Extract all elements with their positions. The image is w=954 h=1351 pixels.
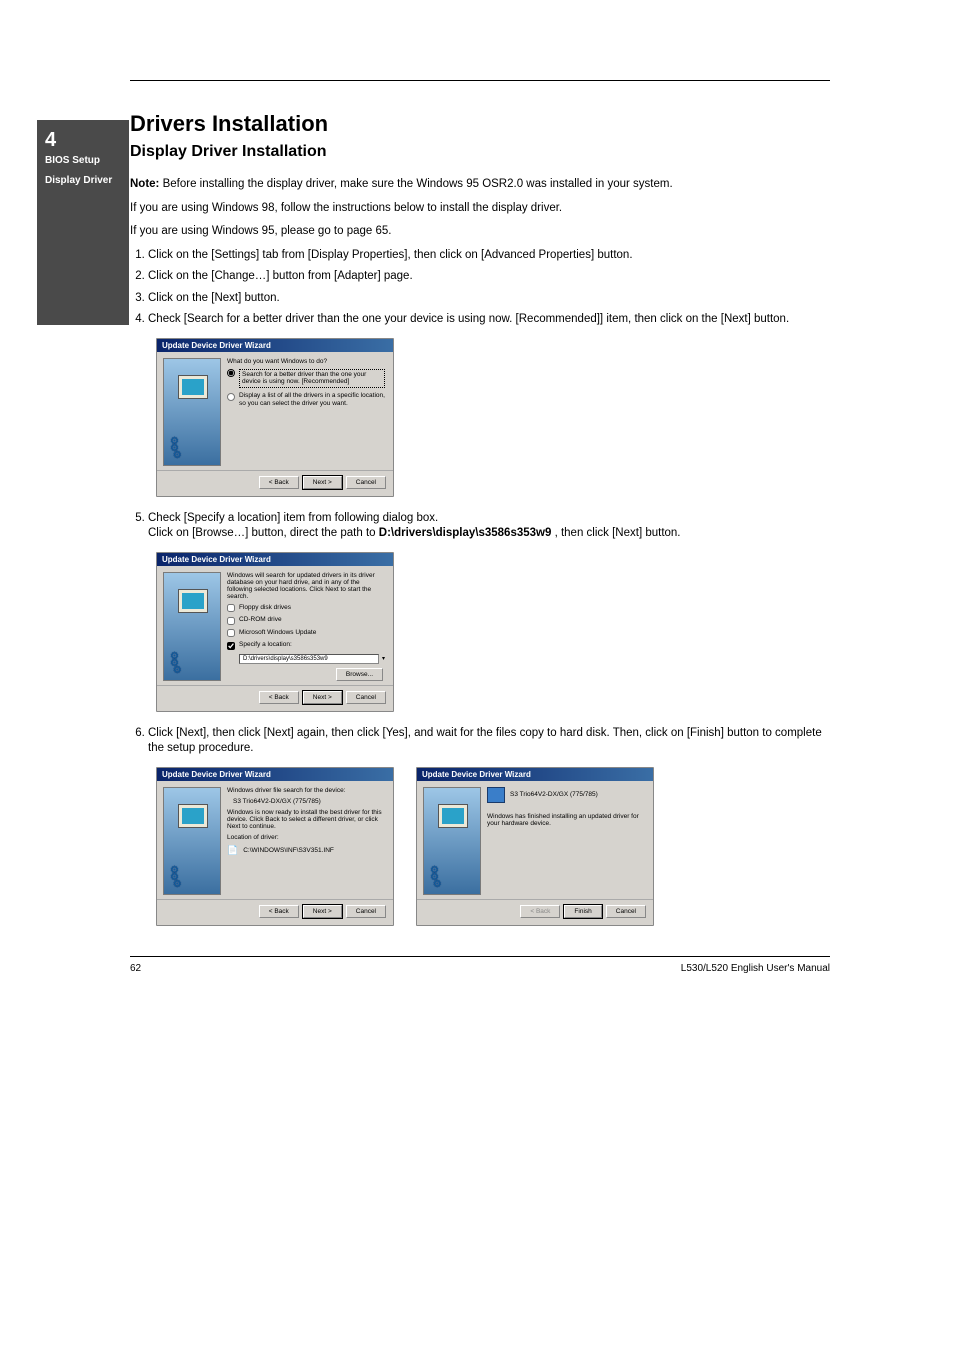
wizard-step6b-screenshot: Update Device Driver Wizard ⚙⚙ ⚙ S3 Trio… (416, 767, 654, 926)
page-footer: 62 L530/L520 English User's Manual (130, 963, 830, 974)
next-button[interactable]: Next > (303, 905, 342, 918)
checkbox-input[interactable] (227, 604, 235, 612)
wizard2-check-floppy[interactable]: Floppy disk drives (227, 604, 385, 613)
monitor-icon (438, 804, 468, 828)
gears-icon: ⚙⚙ ⚙ (170, 867, 182, 888)
wizard3-l3: Location of driver: (227, 834, 385, 841)
step-3: Click on the [Next] button. (148, 291, 830, 307)
next-button[interactable]: Next > (303, 476, 342, 489)
wizard2-intro: Windows will search for updated drivers … (227, 572, 385, 600)
wizard1-opt1: Search for a better driver than the one … (239, 369, 385, 389)
wizard3-device: S3 Trio64V2-DX/GX (775/785) (233, 798, 385, 805)
back-button[interactable]: < Back (259, 691, 299, 704)
wizard-side-graphic: ⚙⚙ ⚙ (163, 787, 221, 895)
gears-icon: ⚙⚙ ⚙ (430, 867, 442, 888)
next-button[interactable]: Next > (303, 691, 342, 704)
step-list-cont: Check [Specify a location] item from fol… (130, 511, 830, 542)
chapter-number: 4 (45, 130, 121, 150)
wizard-step5-screenshot: Update Device Driver Wizard ⚙⚙ ⚙ Windows… (156, 552, 394, 712)
note-label: Note: (130, 178, 159, 190)
page-subtitle: Display Driver Installation (130, 143, 830, 161)
step-list-cont2: Click [Next], then click [Next] again, t… (130, 726, 830, 757)
chapter-title: BIOS Setup (45, 154, 121, 168)
gears-icon: ⚙⚙ ⚙ (170, 653, 182, 674)
cancel-button[interactable]: Cancel (606, 905, 646, 918)
wizard1-question: What do you want Windows to do? (227, 358, 385, 365)
checkbox-input[interactable] (227, 642, 235, 650)
wizard4-device: S3 Trio64V2-DX/GX (775/785) (510, 791, 598, 798)
back-button[interactable]: < Back (259, 905, 299, 918)
wizard-side-graphic: ⚙⚙ ⚙ (163, 358, 221, 466)
finish-button[interactable]: Finish (564, 905, 601, 918)
back-button[interactable]: < Back (259, 476, 299, 489)
step-list: Click on the [Settings] tab from [Displa… (130, 248, 830, 328)
wizard-titlebar: Update Device Driver Wizard (157, 339, 393, 352)
checkbox-input[interactable] (227, 617, 235, 625)
intro-p1: If you are using Windows 98, follow the … (130, 201, 830, 217)
step-5b-prefix: Click on [Browse…] button, direct the pa… (148, 527, 379, 539)
inf-file-icon: 📄 (227, 845, 238, 856)
wizard2-check-winupdate[interactable]: Microsoft Windows Update (227, 629, 385, 638)
wizard3-loc: C:\WINDOWS\INF\S3V351.INF (243, 847, 334, 854)
wizard2-c1: Floppy disk drives (239, 604, 291, 612)
page-title: Drivers Installation (130, 111, 830, 137)
device-icon (487, 787, 505, 803)
dropdown-icon[interactable]: ▾ (382, 655, 385, 662)
step-5b-path: D:\drivers\display\s3586s353w9 (379, 527, 552, 539)
bottom-rule (130, 956, 830, 957)
checkbox-input[interactable] (227, 629, 235, 637)
back-button: < Back (520, 905, 560, 918)
monitor-icon (178, 375, 208, 399)
wizard-titlebar: Update Device Driver Wizard (157, 553, 393, 566)
wizard-step4-screenshot: Update Device Driver Wizard ⚙⚙ ⚙ What do… (156, 338, 394, 497)
radio-input[interactable] (227, 369, 235, 377)
radio-input[interactable] (227, 393, 235, 401)
step-5a: Check [Specify a location] item from fol… (148, 512, 438, 524)
wizard2-check-cdrom[interactable]: CD-ROM drive (227, 616, 385, 625)
chapter-sub: Display Driver (45, 174, 121, 188)
page-number: 62 (130, 963, 141, 974)
wizard2-c3: Microsoft Windows Update (239, 629, 316, 637)
top-rule (130, 80, 830, 81)
monitor-icon (178, 804, 208, 828)
wizard-side-graphic: ⚙⚙ ⚙ (423, 787, 481, 895)
wizard1-radio-recommended[interactable]: Search for a better driver than the one … (227, 369, 385, 389)
wizard4-msg: Windows has finished installing an updat… (487, 813, 645, 827)
cancel-button[interactable]: Cancel (346, 476, 386, 489)
doc-title-footer: L530/L520 English User's Manual (681, 963, 830, 974)
wizard3-l2: Windows is now ready to install the best… (227, 809, 385, 830)
wizard2-check-specify[interactable]: Specify a location: (227, 641, 385, 650)
step-5: Check [Specify a location] item from fol… (148, 511, 830, 542)
chapter-side-tab: 4 BIOS Setup Display Driver (37, 120, 129, 325)
gears-icon: ⚙⚙ ⚙ (170, 438, 182, 459)
wizard-step6a-screenshot: Update Device Driver Wizard ⚙⚙ ⚙ Windows… (156, 767, 394, 926)
location-input[interactable]: D:\drivers\display\s3586s353w9 (239, 654, 379, 664)
wizard-titlebar: Update Device Driver Wizard (417, 768, 653, 781)
step-4: Check [Search for a better driver than t… (148, 312, 830, 328)
wizard-side-graphic: ⚙⚙ ⚙ (163, 572, 221, 681)
cancel-button[interactable]: Cancel (346, 905, 386, 918)
step-2: Click on the [Change…] button from [Adap… (148, 269, 830, 285)
step-6: Click [Next], then click [Next] again, t… (148, 726, 830, 757)
intro-p2: If you are using Windows 95, please go t… (130, 224, 830, 240)
wizard1-opt2: Display a list of all the drivers in a s… (239, 392, 385, 408)
wizard3-l1: Windows driver file search for the devic… (227, 787, 385, 794)
note-body: Before installing the display driver, ma… (163, 178, 673, 190)
wizard2-c4: Specify a location: (239, 641, 292, 649)
monitor-icon (178, 589, 208, 613)
wizard-titlebar: Update Device Driver Wizard (157, 768, 393, 781)
cancel-button[interactable]: Cancel (346, 691, 386, 704)
step-5b-suffix: , then click [Next] button. (555, 527, 681, 539)
page-content: Drivers Installation Display Driver Inst… (130, 80, 830, 974)
step-1: Click on the [Settings] tab from [Displa… (148, 248, 830, 264)
browse-button[interactable]: Browse... (336, 668, 383, 681)
wizard2-c2: CD-ROM drive (239, 616, 282, 624)
note-paragraph: Note: Before installing the display driv… (130, 177, 830, 193)
wizard1-radio-list[interactable]: Display a list of all the drivers in a s… (227, 392, 385, 408)
